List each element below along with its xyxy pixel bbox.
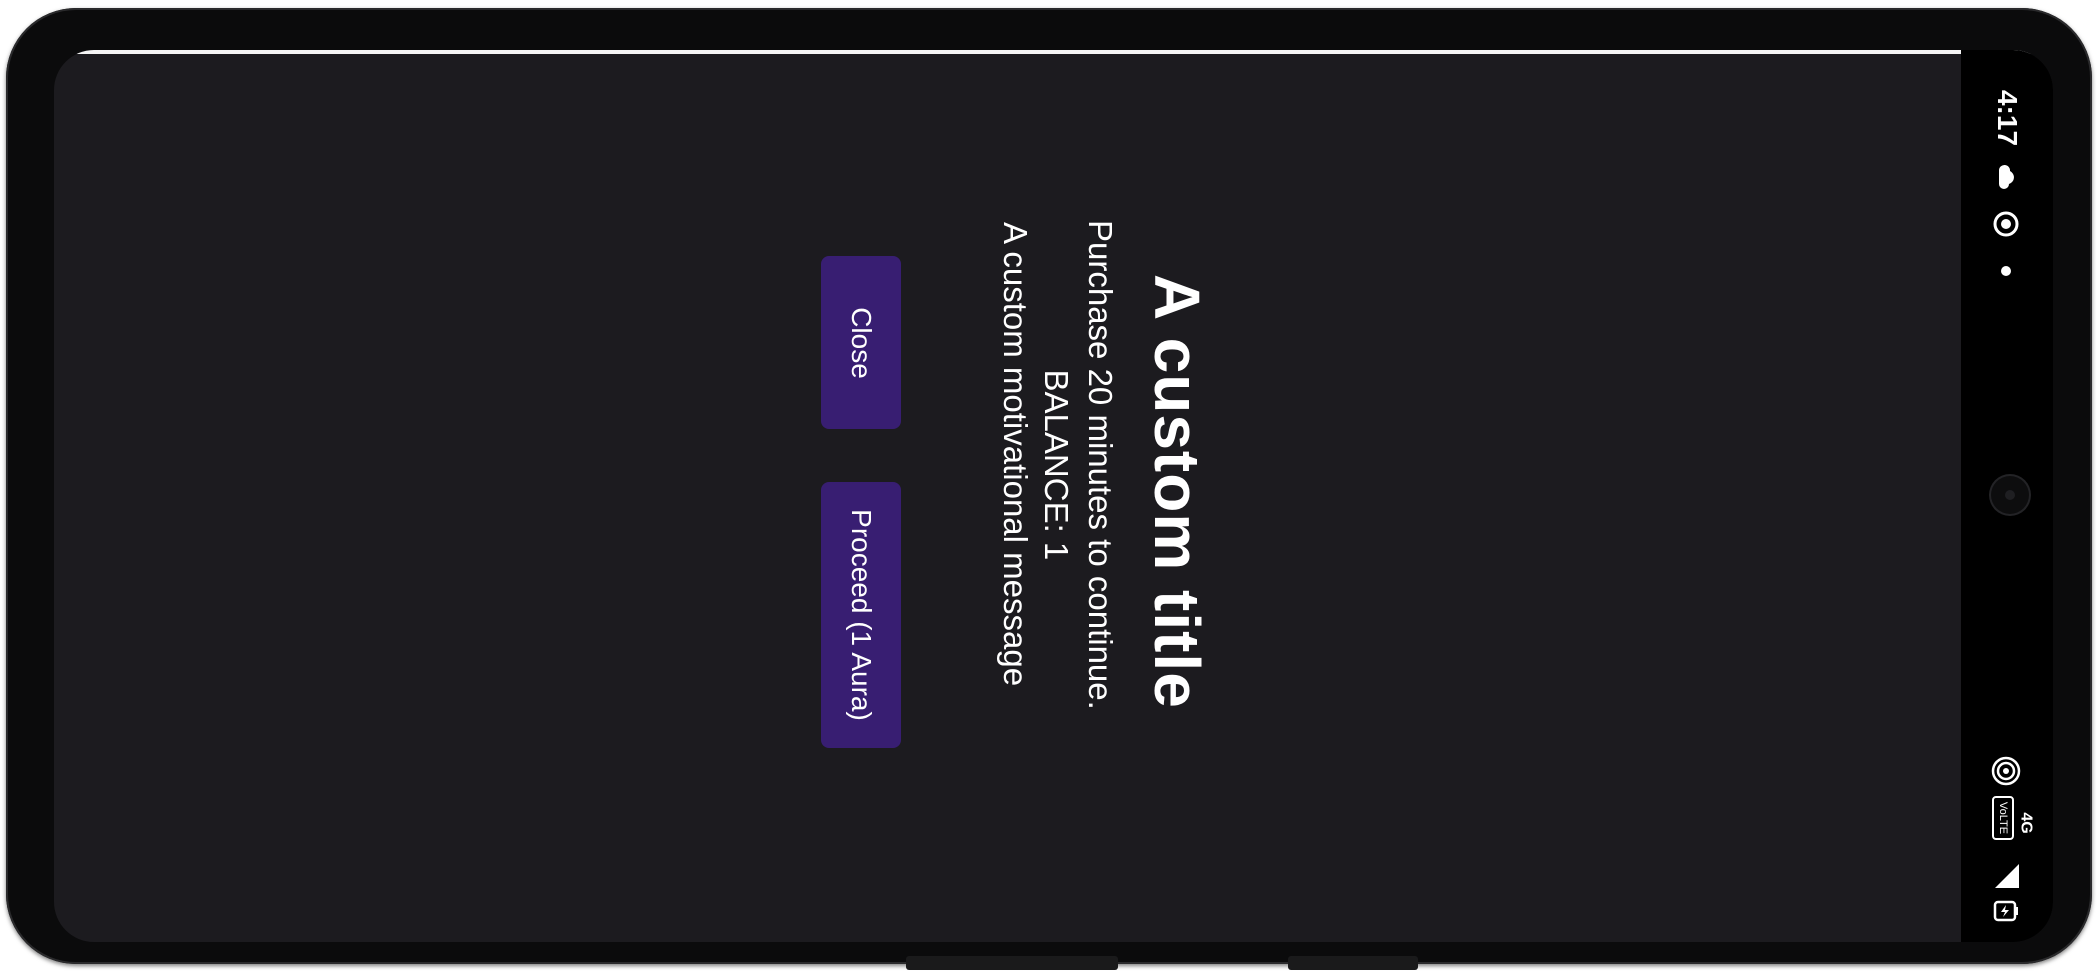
close-button-label: Close — [846, 306, 877, 379]
status-time: 4:17 — [1992, 89, 2023, 147]
hotspot-icon — [1991, 756, 2021, 786]
dot-icon — [2001, 266, 2011, 276]
close-button[interactable]: Close — [821, 256, 901, 429]
screen: A custom title Purchase 20 minutes to co… — [54, 50, 2053, 942]
balance-text: BALANCE: 1 — [1038, 369, 1075, 561]
motivational-message: A custom motivational message — [997, 222, 1034, 687]
battery-charging-icon — [1993, 900, 2018, 922]
power-button — [1288, 956, 1418, 970]
proceed-button[interactable]: Proceed (1 Aura) — [821, 482, 901, 748]
network-type-label: 4G — [2017, 812, 2035, 834]
sync-icon — [1993, 211, 2019, 237]
volte-label: VoLTE — [1997, 801, 2009, 835]
purchase-text: Purchase 20 minutes to continue. — [1082, 220, 1119, 710]
dialog-title: A custom title — [1141, 274, 1213, 709]
status-bar: 4:17 VoLTE 4G — [1961, 50, 2053, 942]
phone-device-frame: A custom title Purchase 20 minutes to co… — [6, 8, 2092, 970]
volume-button — [906, 956, 1118, 970]
volte-icon: VoLTE — [1992, 796, 2014, 840]
dialog-content: A custom title Purchase 20 minutes to co… — [54, 50, 1961, 942]
proceed-button-label: Proceed (1 Aura) — [846, 509, 877, 721]
signal-icon — [1995, 864, 2019, 888]
cloud-icon — [1999, 164, 2014, 189]
dialog-subtitle: Purchase 20 minutes to continue. BALANCE… — [1034, 220, 1122, 710]
front-camera — [1991, 476, 2029, 514]
